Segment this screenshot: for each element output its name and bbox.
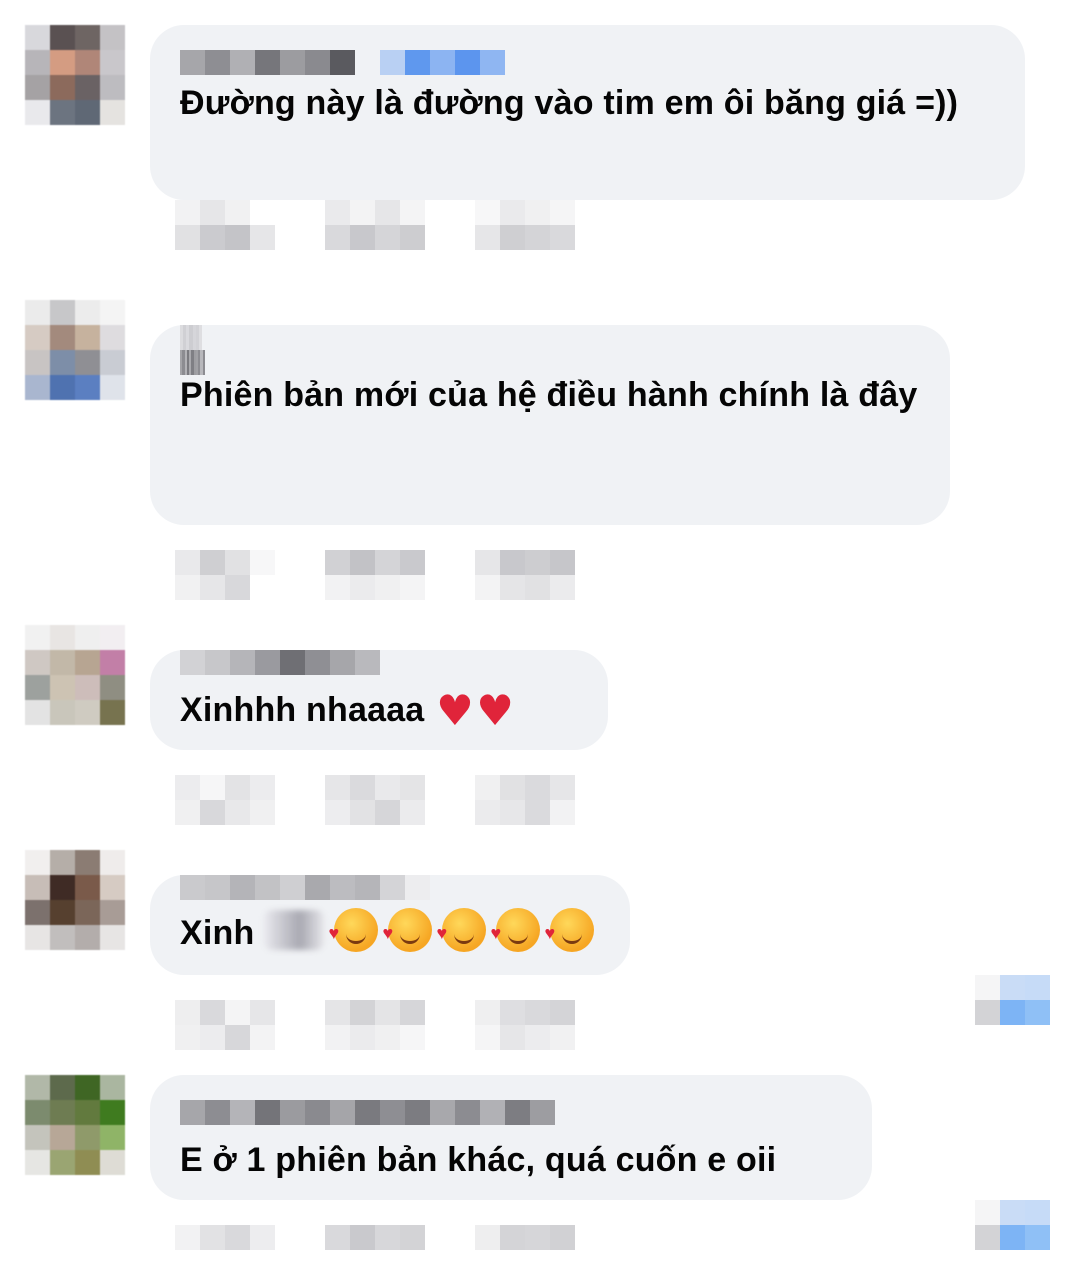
avatar[interactable] bbox=[25, 25, 125, 125]
like-action[interactable] bbox=[175, 550, 275, 600]
comment-text: Xinh bbox=[180, 908, 600, 958]
author-name-blurred[interactable] bbox=[180, 650, 578, 675]
author-name-blurred[interactable] bbox=[180, 50, 995, 75]
avatar[interactable] bbox=[25, 850, 125, 950]
author-name-blurred[interactable] bbox=[180, 325, 920, 375]
smiling-face-with-hearts-icon bbox=[544, 908, 595, 958]
like-action[interactable] bbox=[175, 1225, 275, 1275]
comment-actions-blurred[interactable] bbox=[175, 1000, 575, 1050]
reply-action[interactable] bbox=[325, 1225, 425, 1275]
avatar[interactable] bbox=[25, 625, 125, 725]
like-count-blurred[interactable] bbox=[975, 1200, 1050, 1250]
reply-action[interactable] bbox=[325, 775, 425, 825]
comment-text-label: Xinh bbox=[180, 914, 255, 952]
comment-text-label: Xinhhh nhaaaa bbox=[180, 691, 425, 729]
avatar[interactable] bbox=[25, 1075, 125, 1175]
comment-actions-blurred[interactable] bbox=[175, 775, 575, 825]
like-count-blurred[interactable] bbox=[975, 975, 1050, 1025]
comment-actions-blurred[interactable] bbox=[175, 200, 575, 250]
time-label bbox=[475, 1225, 575, 1275]
smiling-face-with-hearts-icon bbox=[490, 908, 541, 958]
like-action[interactable] bbox=[175, 200, 275, 250]
reply-action[interactable] bbox=[325, 550, 425, 600]
reply-action[interactable] bbox=[325, 200, 425, 250]
avatar[interactable] bbox=[25, 300, 125, 400]
time-label bbox=[475, 1000, 575, 1050]
comment-text: Xinhhh nhaaaa heart-emoji♥heart-emoji♥ bbox=[180, 685, 578, 750]
author-name-blurred[interactable] bbox=[180, 875, 600, 900]
comment-actions-blurred[interactable] bbox=[175, 550, 575, 600]
smiling-face-with-hearts-icon bbox=[382, 908, 433, 958]
tagged-name-blurred[interactable] bbox=[264, 910, 325, 950]
comment-bubble: Phiên bản mới của hệ điều hành chính là … bbox=[150, 325, 950, 525]
comment-text: Phiên bản mới của hệ điều hành chính là … bbox=[180, 376, 918, 414]
comment-bubble: Xinh bbox=[150, 875, 630, 975]
time-label bbox=[475, 200, 575, 250]
smiling-face-with-hearts-icon bbox=[436, 908, 487, 958]
reply-action[interactable] bbox=[325, 1000, 425, 1050]
like-action[interactable] bbox=[175, 1000, 275, 1050]
heart-icon: ♥ bbox=[436, 686, 475, 735]
comment-bubble: Xinhhh nhaaaa heart-emoji♥heart-emoji♥ bbox=[150, 650, 608, 750]
comment-bubble: Đường này là đường vào tim em ôi băng gi… bbox=[150, 25, 1025, 200]
comment-bubble: E ở 1 phiên bản khác, quá cuốn e oii bbox=[150, 1075, 872, 1200]
time-label bbox=[475, 775, 575, 825]
comment-actions-blurred[interactable] bbox=[175, 1225, 575, 1275]
heart-icon: ♥ bbox=[476, 686, 515, 735]
smiling-face-with-hearts-icon bbox=[328, 908, 379, 958]
comment-text: Đường này là đường vào tim em ôi băng gi… bbox=[180, 84, 959, 122]
time-label bbox=[475, 550, 575, 600]
like-action[interactable] bbox=[175, 775, 275, 825]
comment-text: E ở 1 phiên bản khác, quá cuốn e oii bbox=[180, 1141, 777, 1179]
author-name-blurred[interactable] bbox=[180, 1100, 842, 1125]
